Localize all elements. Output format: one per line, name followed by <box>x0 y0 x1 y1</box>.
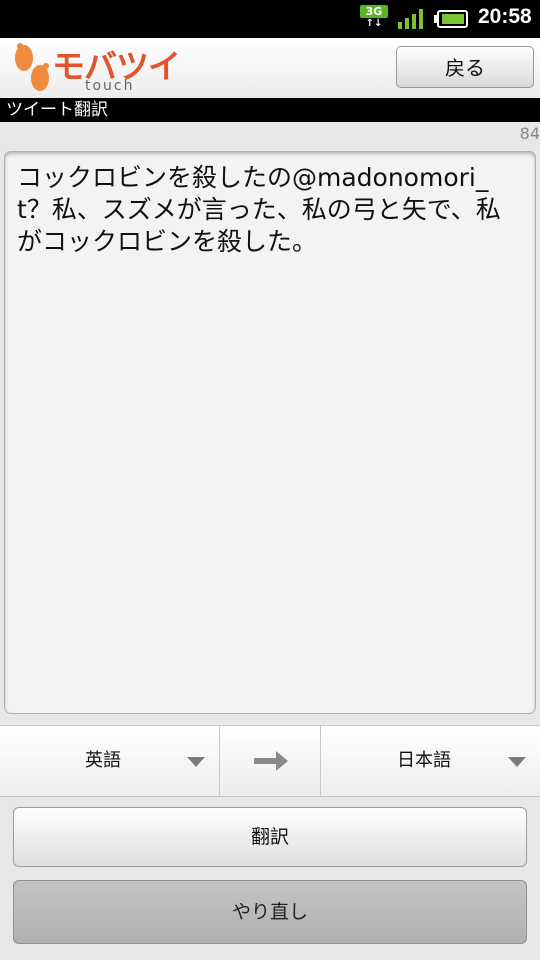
target-language-label: 日本語 <box>397 750 451 771</box>
3g-icon: 3G ↑↓ <box>360 5 388 33</box>
source-language-label: 英語 <box>85 750 121 771</box>
tweet-text-area[interactable]: コックロビンを殺したの@madonomori_t？私、スズメが言った、私の弓と矢… <box>4 151 536 714</box>
battery-icon <box>434 10 468 28</box>
source-language-select[interactable]: 英語 <box>0 726 219 796</box>
signal-icon <box>398 9 423 29</box>
chevron-down-icon <box>187 757 205 767</box>
clock-time: 20:58 <box>478 5 532 28</box>
back-button[interactable]: 戻る <box>396 46 534 88</box>
swap-languages-button[interactable] <box>219 726 321 796</box>
arrow-right-icon <box>254 751 288 771</box>
app-logo: モバツイ touch <box>10 42 181 96</box>
footprint-logo-icon <box>15 43 49 91</box>
logo-subtext: touch <box>85 78 135 94</box>
page-title: ツイート翻訳 <box>0 98 540 122</box>
network-type-label: 3G <box>360 5 388 18</box>
language-selector-row: 英語 日本語 <box>0 725 540 797</box>
network-activity-arrows: ↑↓ <box>365 18 383 29</box>
app-header: モバツイ touch 戻る <box>0 38 540 98</box>
translate-button[interactable]: 翻訳 <box>13 807 527 867</box>
target-language-select[interactable]: 日本語 <box>321 726 540 796</box>
chevron-down-icon <box>508 757 526 767</box>
character-counter: 84 <box>519 124 540 143</box>
status-bar: 3G ↑↓ 20:58 <box>0 0 540 38</box>
redo-button[interactable]: やり直し <box>13 880 527 944</box>
